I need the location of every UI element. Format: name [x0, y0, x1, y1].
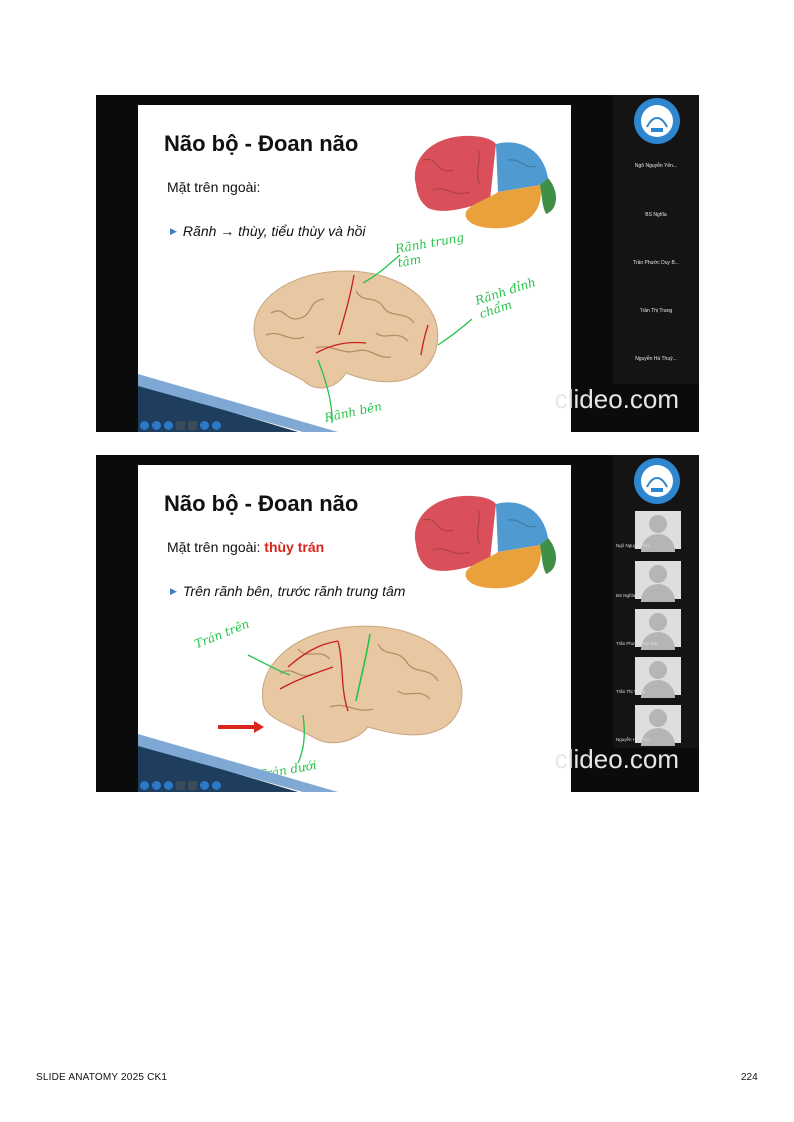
- brain-lobes-diagram: [414, 135, 557, 229]
- participant-sidebar: Ngô Nguyễn Yến... BS Nghĩa Trần Phước Du…: [613, 455, 699, 748]
- participant-name: Trần Thị Trang: [616, 689, 646, 694]
- slide-2: Não bộ - Đoan não Mặt trên ngoài: thùy t…: [138, 465, 571, 792]
- bullet-text: Rãnh → thùy, tiểu thùy và hồi: [182, 223, 366, 239]
- slide-title: Não bộ - Đoan não: [164, 131, 359, 156]
- watermark: clideo.com: [554, 744, 679, 774]
- participant-name: Trần Phước Duy B...: [633, 260, 679, 266]
- pen-icon[interactable]: [152, 421, 161, 430]
- participant-name: Trần Phước Duy Bảo: [616, 641, 659, 646]
- brain-lobes-diagram: [414, 495, 557, 589]
- handwritten-note: Trán trên: [192, 616, 252, 652]
- subtitle-highlight: thùy trán: [264, 539, 325, 555]
- participant-name: BS Nghĩa: [645, 212, 667, 218]
- more-icon[interactable]: [200, 781, 209, 790]
- participant-avatar: [635, 561, 681, 602]
- document-footer-title: SLIDE ANATOMY 2025 CK1: [36, 1072, 168, 1083]
- forward-icon[interactable]: [212, 421, 221, 430]
- zoom-icon[interactable]: [164, 781, 173, 790]
- screen-capture-2: Não bộ - Đoan não Mặt trên ngoài: thùy t…: [96, 455, 699, 792]
- page-number: 224: [741, 1072, 758, 1083]
- slide-subtitle: Mặt trên ngoài: thùy trán: [167, 539, 324, 555]
- subtitle-prefix: Mặt trên ngoài:: [167, 539, 265, 555]
- participant-name: Ngô Nguyễn Yến...: [616, 543, 654, 548]
- player-controls[interactable]: [140, 781, 221, 790]
- slide-title: Não bộ - Đoan não: [164, 491, 359, 516]
- more-icon[interactable]: [200, 421, 209, 430]
- slide-subtitle: Mặt trên ngoài:: [167, 179, 261, 195]
- handwritten-note: Rãnh đỉnh chẩm: [473, 275, 538, 322]
- university-logo-icon: [634, 98, 680, 144]
- slide-bullet: ▶ Rãnh → thùy, tiểu thùy và hồi: [170, 223, 366, 239]
- back-icon[interactable]: [140, 421, 149, 430]
- slide-1: Não bộ - Đoan não Mặt trên ngoài: ▶ Rãnh …: [138, 105, 571, 432]
- screen-capture-1: Não bộ - Đoan não Mặt trên ngoài: ▶ Rãnh …: [96, 95, 699, 432]
- brain-frontal-view: [261, 625, 463, 744]
- slide-bullet: ▶ Trên rãnh bên, trước rãnh trung tâm: [170, 583, 405, 599]
- watermark: clideo.com: [554, 384, 679, 414]
- pen-icon[interactable]: [152, 781, 161, 790]
- zoom-icon[interactable]: [164, 421, 173, 430]
- forward-icon[interactable]: [212, 781, 221, 790]
- player-controls[interactable]: [140, 421, 221, 430]
- back-icon[interactable]: [140, 781, 149, 790]
- participant-name: BS Nghĩa: [616, 593, 636, 598]
- camera-icon[interactable]: [188, 781, 197, 790]
- participant-sidebar: Ngô Nguyễn Yến... BS Nghĩa Trần Phước Du…: [613, 95, 699, 384]
- participant-name: Ngô Nguyễn Yến...: [634, 163, 678, 169]
- captions-icon[interactable]: [176, 781, 185, 790]
- participant-name: Nguyễn Hà Thuý...: [616, 737, 654, 742]
- participant-name: Trần Thị Trang: [639, 308, 673, 314]
- bullet-text: Trên rãnh bên, trước rãnh trung tâm: [182, 583, 406, 599]
- captions-icon[interactable]: [176, 421, 185, 430]
- university-logo-icon: [634, 458, 680, 504]
- bullet-triangle-icon: ▶: [170, 226, 177, 236]
- participant-name: Nguyễn Hà Thuý...: [635, 356, 677, 362]
- camera-icon[interactable]: [188, 421, 197, 430]
- bullet-triangle-icon: ▶: [170, 586, 177, 596]
